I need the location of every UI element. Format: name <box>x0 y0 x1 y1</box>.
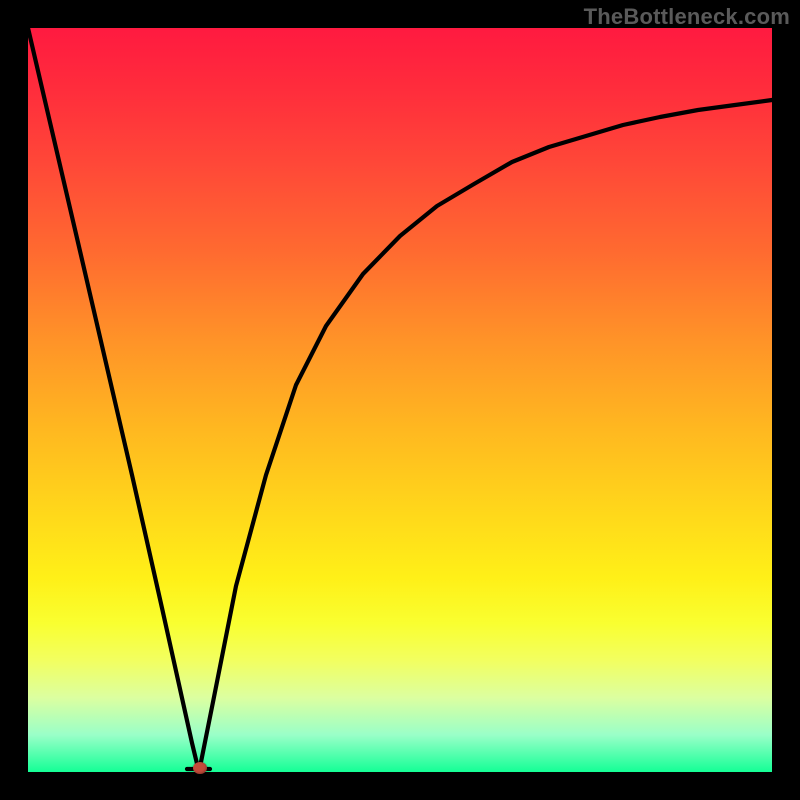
curve-left-branch <box>28 28 199 772</box>
optimal-point-marker <box>193 762 207 774</box>
outer-frame: TheBottleneck.com <box>0 0 800 800</box>
plot-area <box>28 28 772 772</box>
curve-right-branch <box>199 100 772 772</box>
watermark: TheBottleneck.com <box>584 4 790 30</box>
bottleneck-curve <box>28 28 772 772</box>
